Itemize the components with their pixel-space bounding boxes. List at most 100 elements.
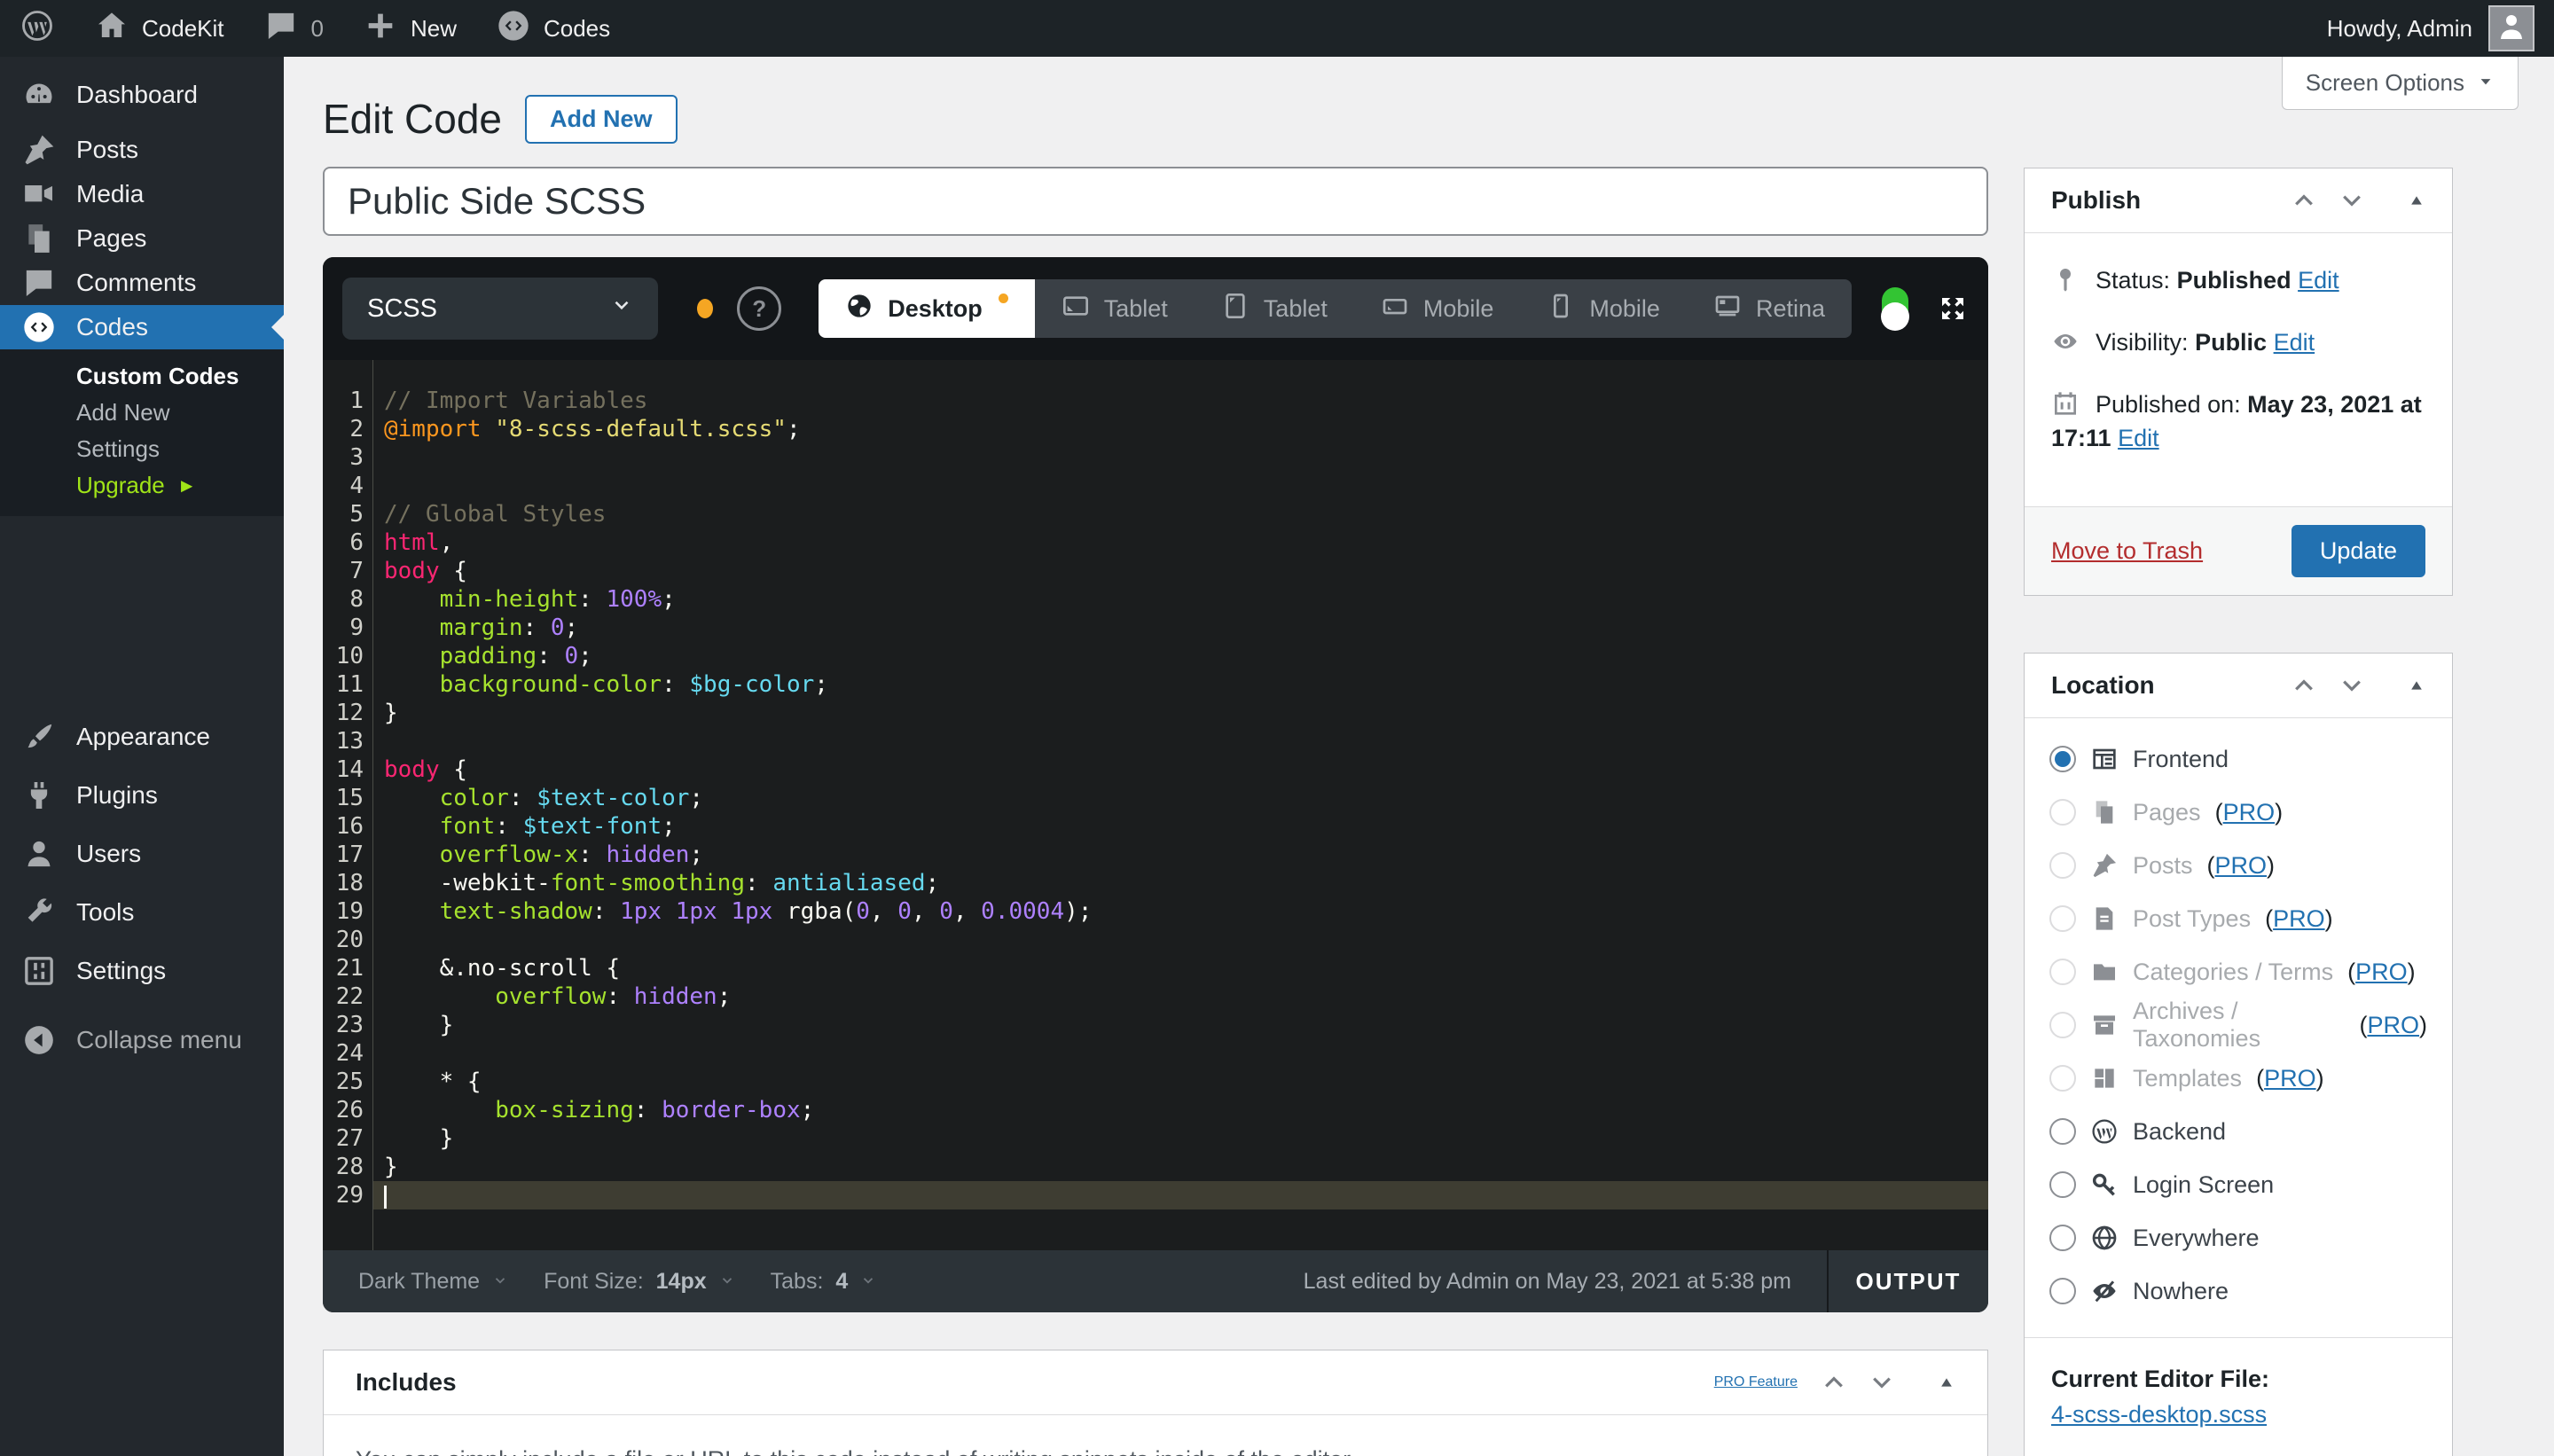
includes-description: You can simply include a file or URL to … — [324, 1415, 1987, 1456]
radio-button[interactable] — [2049, 905, 2076, 932]
line-number: 12 — [335, 700, 364, 726]
location-option-categories-terms[interactable]: Categories / Terms (PRO) — [2049, 945, 2427, 998]
tools-icon — [21, 895, 57, 930]
sidebar-item-codes[interactable]: Codes — [0, 305, 284, 349]
sidebar-item-users[interactable]: Users — [0, 825, 284, 883]
account-menu[interactable]: Howdy, Admin — [2327, 5, 2554, 51]
collapse-triangle-icon[interactable] — [2408, 192, 2425, 209]
location-option-backend[interactable]: Backend — [2049, 1105, 2427, 1158]
location-option-pages[interactable]: Pages (PRO) — [2049, 786, 2427, 839]
sidebar-subitem-settings[interactable]: Settings — [0, 431, 284, 467]
radio-button[interactable] — [2049, 746, 2076, 772]
radio-button[interactable] — [2049, 1278, 2076, 1304]
pro-link[interactable]: PRO — [2367, 1012, 2419, 1038]
last-edited-text: Last edited by Admin on May 23, 2021 at … — [1303, 1268, 1791, 1294]
code-line: } — [384, 700, 398, 726]
radio-button[interactable] — [2049, 1012, 2076, 1038]
order-down-icon[interactable] — [2339, 672, 2365, 699]
side-column: Publish Status: Published Edit Visibility… — [2024, 168, 2453, 1456]
sidebar-item-appearance[interactable]: Appearance — [0, 708, 284, 766]
screen-options-button[interactable]: Screen Options — [2281, 57, 2519, 110]
location-option-login-screen[interactable]: Login Screen — [2049, 1158, 2427, 1211]
radio-button[interactable] — [2049, 1225, 2076, 1251]
pro-link[interactable]: PRO — [2355, 959, 2408, 985]
sidebar-subitem-upgrade[interactable]: Upgrade ► — [0, 467, 284, 504]
code-area[interactable]: 1 2 3 4 5 6 7 8 9 10 11 12 13 14 15 16 17 18 19 20 21 22 23 24 2… — [323, 360, 1988, 1250]
location-option-archives-taxonomies[interactable]: Archives / Taxonomies (PRO) — [2049, 998, 2427, 1052]
move-to-trash-link[interactable]: Move to Trash — [2051, 537, 2203, 565]
tab-mobile-portrait[interactable]: Mobile — [1520, 279, 1687, 338]
order-down-icon[interactable] — [2339, 187, 2365, 214]
output-tab[interactable]: OUTPUT — [1827, 1250, 1988, 1312]
sidebar-item-label: Dashboard — [76, 81, 198, 108]
update-button[interactable]: Update — [2291, 525, 2425, 577]
location-option-frontend[interactable]: Frontend — [2049, 732, 2427, 786]
location-option-everywhere[interactable]: Everywhere — [2049, 1211, 2427, 1264]
tab-retina[interactable]: Retina — [1687, 279, 1852, 338]
sidebar-item-pages[interactable]: Pages — [0, 216, 284, 261]
sidebar-item-plugins[interactable]: Plugins — [0, 766, 284, 825]
edit-link[interactable]: Edit — [2274, 329, 2315, 356]
code-title-input[interactable] — [323, 167, 1988, 236]
radio-button[interactable] — [2049, 1065, 2076, 1092]
radio-button[interactable] — [2049, 799, 2076, 826]
add-new-button[interactable]: Add New — [525, 94, 678, 144]
radio-button[interactable] — [2049, 959, 2076, 985]
radio-button[interactable] — [2049, 852, 2076, 879]
pro-link[interactable]: PRO — [2223, 799, 2276, 826]
sidebar-item-posts[interactable]: Posts — [0, 128, 284, 172]
compile-toggle[interactable] — [1881, 287, 1909, 331]
sidebar-item-settings[interactable]: Settings — [0, 942, 284, 1000]
tab-label: Tablet — [1263, 294, 1328, 322]
font-size-select[interactable]: Font Size: 14px — [544, 1269, 735, 1295]
code-line: color: $text-color; — [439, 785, 704, 811]
order-down-icon[interactable] — [1868, 1369, 1895, 1396]
pro-link[interactable]: PRO — [2215, 852, 2268, 879]
publish-row-value: Published — [2176, 267, 2292, 294]
pro-feature-link[interactable]: PRO Feature — [1714, 1374, 1798, 1390]
tab-tablet-landscape[interactable]: Tablet — [1035, 279, 1195, 338]
wp-logo-menu[interactable] — [0, 0, 74, 57]
pro-link[interactable]: PRO — [2264, 1065, 2316, 1092]
tabs-select[interactable]: Tabs: 4 — [771, 1269, 877, 1295]
radio-button[interactable] — [2049, 1171, 2076, 1198]
location-option-label: Post Types — [2133, 904, 2252, 932]
sidebar-item-media[interactable]: Media — [0, 172, 284, 216]
current-editor-file-link[interactable]: 4-scss-desktop.scss — [2051, 1401, 2267, 1428]
tab-mobile-landscape[interactable]: Mobile — [1354, 279, 1521, 338]
line-number: 17 — [335, 842, 364, 868]
codes-menu[interactable]: Codes — [476, 0, 630, 57]
sidebar-item-collapse-menu[interactable]: Collapse menu — [0, 1011, 284, 1069]
location-option-posts[interactable]: Posts (PRO) — [2049, 839, 2427, 892]
language-select[interactable]: SCSS — [342, 278, 658, 340]
pro-link[interactable]: PRO — [2273, 905, 2325, 932]
order-up-icon[interactable] — [2291, 672, 2317, 699]
radio-button[interactable] — [2049, 1118, 2076, 1145]
tab-earth[interactable]: Desktop — [819, 279, 1035, 338]
sidebar-subitem-custom-codes[interactable]: Custom Codes — [0, 358, 284, 395]
tab-tablet-portrait[interactable]: Tablet — [1195, 279, 1354, 338]
sidebar-item-label: Pages — [76, 224, 147, 252]
new-menu[interactable]: New — [343, 0, 476, 57]
sidebar-subitem-add-new[interactable]: Add New — [0, 395, 284, 431]
location-option-nowhere[interactable]: Nowhere — [2049, 1264, 2427, 1318]
location-options: Frontend Pages (PRO) Posts (PRO) Post Types (P… — [2025, 718, 2452, 1318]
sidebar-item-dashboard[interactable]: Dashboard — [0, 73, 284, 117]
sidebar-item-tools[interactable]: Tools — [0, 883, 284, 942]
site-name-menu[interactable]: CodeKit — [74, 0, 244, 57]
sidebar-item-comments[interactable]: Comments — [0, 261, 284, 305]
collapse-triangle-icon[interactable] — [1938, 1374, 1955, 1391]
order-up-icon[interactable] — [1821, 1369, 1847, 1396]
location-option-templates[interactable]: Templates (PRO) — [2049, 1052, 2427, 1105]
layout-icon — [2090, 1064, 2119, 1092]
edit-link[interactable]: Edit — [2298, 267, 2339, 294]
order-up-icon[interactable] — [2291, 187, 2317, 214]
comments-menu[interactable]: 0 — [244, 0, 343, 57]
collapse-triangle-icon[interactable] — [2408, 677, 2425, 694]
fullscreen-icon[interactable] — [1937, 293, 1969, 325]
location-option-post-types[interactable]: Post Types (PRO) — [2049, 892, 2427, 945]
line-number: 19 — [335, 898, 364, 925]
theme-select[interactable]: Dark Theme — [358, 1269, 508, 1295]
edit-link[interactable]: Edit — [2118, 425, 2159, 451]
help-icon[interactable]: ? — [737, 286, 782, 331]
